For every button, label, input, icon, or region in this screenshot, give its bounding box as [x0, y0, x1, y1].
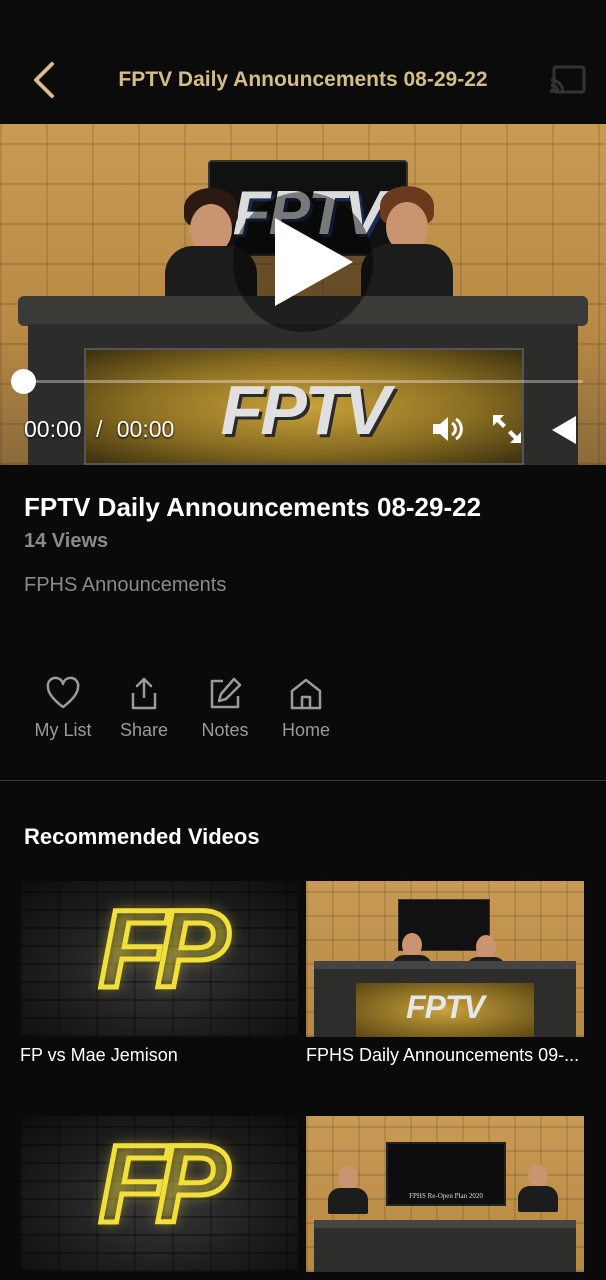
- studio-desk: [314, 1220, 576, 1272]
- recommended-title: Recommended Videos: [24, 824, 260, 849]
- cast-button[interactable]: [548, 64, 588, 96]
- video-title: FPTV Daily Announcements 08-29-22: [24, 492, 482, 522]
- page-title: FPTV Daily Announcements 08-29-22: [118, 68, 488, 91]
- progress-bar[interactable]: [23, 380, 583, 383]
- time-display: 00:00 / 00:00: [24, 416, 174, 443]
- video-thumbnail: FPHS Re-Open Plan 2020: [306, 1116, 584, 1272]
- video-thumbnail: FP: [20, 1116, 298, 1272]
- recommended-video-card[interactable]: FP FP vs Mae Jemison: [20, 881, 298, 1066]
- duration: 00:00: [116, 416, 175, 442]
- studio-panel-text: FPTV: [406, 989, 485, 1025]
- studio-tv: FPHS Re-Open Plan 2020: [386, 1142, 506, 1206]
- heart-icon: [46, 676, 80, 709]
- home-icon: [290, 678, 322, 710]
- fp-logo: FP: [96, 888, 232, 1011]
- action-bar: My List Share Notes Home: [0, 676, 606, 756]
- top-bar: FPTV Daily Announcements 08-29-22: [0, 0, 606, 124]
- studio-tv-text: FPHS Re-Open Plan 2020: [409, 1192, 483, 1200]
- video-info: FPTV Daily Announcements 08-29-22: [24, 492, 481, 523]
- airplay-icon: [552, 416, 576, 444]
- home-button[interactable]: Home: [261, 676, 351, 741]
- time-separator: /: [95, 416, 103, 442]
- notes-button[interactable]: Notes: [180, 676, 270, 741]
- video-thumbnail: FP: [20, 881, 298, 1037]
- play-icon: [275, 218, 353, 306]
- view-count: 14 Views: [24, 530, 109, 552]
- divider: [0, 780, 606, 781]
- play-button[interactable]: [233, 192, 373, 332]
- volume-button[interactable]: [430, 412, 464, 446]
- volume-icon: [433, 417, 463, 441]
- recommended-video-card[interactable]: FPTV FPHS Daily Announcements 09-...: [306, 881, 584, 1066]
- fullscreen-icon: [493, 415, 521, 443]
- video-card-title: FP vs Mae Jemison: [20, 1045, 178, 1065]
- edit-icon: [210, 677, 242, 709]
- channel-name[interactable]: FPHS Announcements: [24, 574, 226, 597]
- cast-icon: [550, 65, 586, 94]
- share-button[interactable]: Share: [99, 676, 189, 741]
- fp-logo: FP: [96, 1123, 232, 1246]
- fullscreen-button[interactable]: [490, 412, 524, 446]
- current-time: 00:00: [24, 416, 82, 442]
- progress-handle[interactable]: [11, 369, 36, 394]
- video-thumbnail: FPTV: [306, 881, 584, 1037]
- share-label: Share: [119, 720, 169, 740]
- recommended-video-card[interactable]: FPHS Re-Open Plan 2020: [306, 1116, 584, 1272]
- video-player[interactable]: FPTV FPTV 00:00 / 00:00: [0, 124, 606, 465]
- studio-panel: FPTV: [356, 983, 534, 1037]
- desk-panel: FPTV: [84, 348, 524, 465]
- video-card-title: FPHS Daily Announcements 09-...: [306, 1045, 580, 1065]
- airplay-button[interactable]: [548, 412, 582, 446]
- recommended-video-card[interactable]: FP: [20, 1116, 298, 1272]
- my-list-button[interactable]: My List: [18, 676, 108, 741]
- notes-label: Notes: [201, 720, 249, 740]
- my-list-label: My List: [34, 720, 92, 740]
- share-icon: [131, 677, 157, 710]
- home-label: Home: [281, 720, 330, 740]
